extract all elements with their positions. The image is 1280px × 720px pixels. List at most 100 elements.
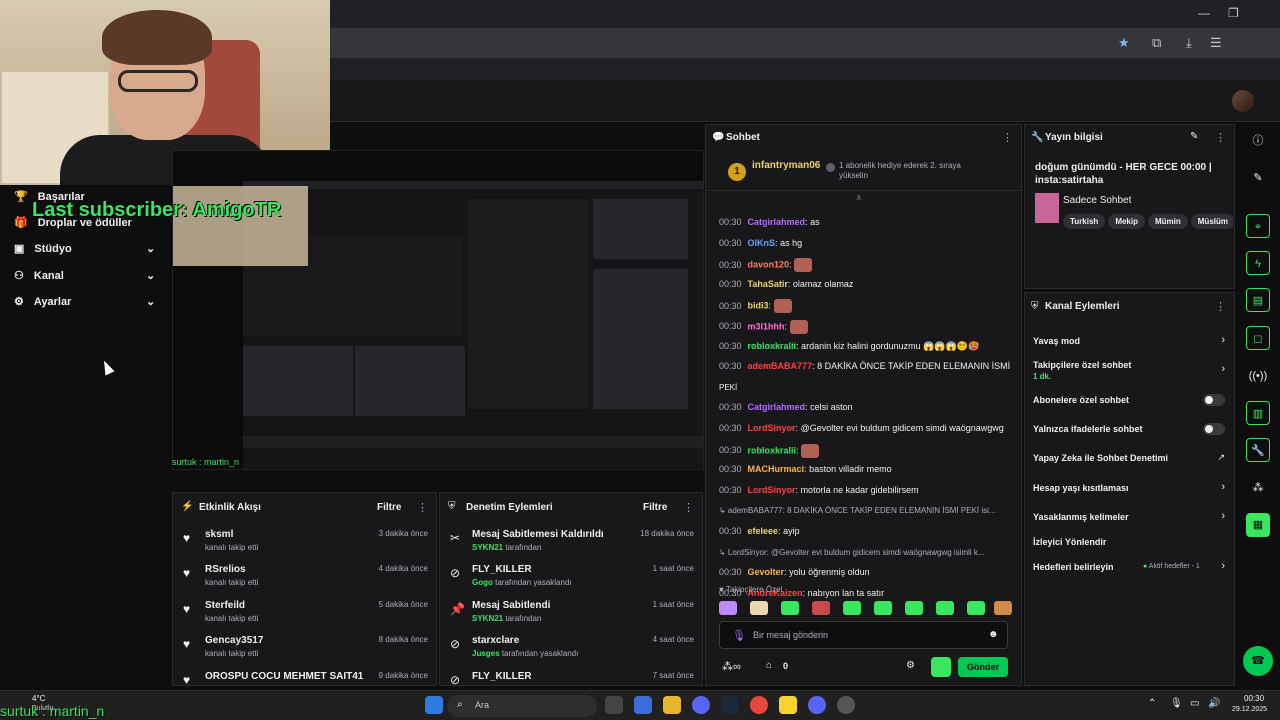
download-icon[interactable]: ⤓ [1186, 35, 1192, 51]
message-username[interactable]: bidi3 [748, 301, 769, 311]
steam-icon[interactable] [721, 696, 739, 714]
more-options-icon[interactable]: ⋮ [1215, 300, 1226, 313]
document-icon[interactable]: ▤ [1246, 288, 1270, 312]
chrome-icon[interactable] [750, 696, 768, 714]
minimize-icon[interactable]: — [1198, 6, 1210, 20]
avatar[interactable] [1232, 90, 1254, 112]
message-username[interactable]: Gevolter [748, 567, 785, 577]
more-options-icon[interactable]: ⋮ [417, 501, 428, 514]
message-username[interactable]: robloxkralii [748, 341, 797, 351]
message-username[interactable]: Catgirlahmed [748, 402, 806, 412]
emote[interactable] [750, 601, 768, 615]
emote[interactable] [719, 601, 737, 615]
volume-icon[interactable]: 🔊 [1208, 698, 1220, 709]
raid-item[interactable]: İzleyici Yönlendir [1025, 534, 1235, 552]
taskbar-search[interactable]: ⌕ Ara [447, 695, 597, 717]
more-options-icon[interactable]: ⋮ [683, 501, 694, 514]
kick-logo-icon[interactable] [931, 657, 951, 677]
notes-icon[interactable] [779, 696, 797, 714]
extensions-icon[interactable]: ⧉ [1152, 35, 1161, 51]
send-button[interactable]: Gönder [958, 657, 1008, 677]
goals-item[interactable]: Hedefleri belirleyin ● Aktif hedefler - … [1025, 559, 1235, 577]
more-options-icon[interactable]: ⋮ [1215, 131, 1226, 144]
microphone-icon[interactable]: 🎙 [1170, 698, 1183, 709]
tag[interactable]: Mekip [1108, 214, 1145, 229]
broadcast-icon[interactable]: ((•)) [1246, 364, 1270, 388]
message-username[interactable]: MACHurmaci [748, 464, 805, 474]
emote[interactable] [794, 258, 813, 273]
bookmark-star-icon[interactable]: ★ [1118, 35, 1130, 51]
message-username[interactable]: robloxkralii [748, 445, 797, 455]
chat-input[interactable]: 🎙 Bir mesaj gönderin ☻ [719, 621, 1008, 649]
emote[interactable] [874, 601, 892, 615]
task-view-icon[interactable] [605, 696, 623, 714]
filter-button[interactable]: Filtre [643, 502, 667, 513]
sidebar-item-channel[interactable]: ⚇ Kanal ⌄ [14, 269, 164, 283]
sidebar-item-settings[interactable]: ⚙ Ayarlar ⌄ [14, 295, 164, 309]
message-username[interactable]: Catgirlahmed [748, 217, 806, 227]
slow-mode-item[interactable]: Yavaş mod › [1025, 333, 1235, 351]
network-icon[interactable]: ▭ [1190, 698, 1199, 709]
archive-icon[interactable]: ▥ [1246, 401, 1270, 425]
microphone-icon[interactable]: 🎙 [732, 629, 746, 642]
gear-icon[interactable]: ⚙ [906, 660, 915, 671]
emote[interactable] [773, 299, 792, 314]
discord-icon[interactable] [808, 696, 826, 714]
restore-icon[interactable]: ❐ [1228, 6, 1239, 20]
followers-only-item[interactable]: Takipçilere özel sohbet 1 dk. › [1025, 357, 1235, 383]
emote[interactable] [789, 320, 808, 334]
message-username[interactable]: davon120 [748, 260, 790, 270]
chat-icon[interactable]: ◻ [1246, 326, 1270, 350]
scroll-down-icon[interactable]: ⩡ [856, 193, 862, 204]
clock-time[interactable]: 00:30 [1244, 694, 1264, 703]
support-icon[interactable]: ☎ [1243, 646, 1273, 676]
emote[interactable] [781, 601, 799, 615]
lightning-icon[interactable]: ϟ [1246, 251, 1270, 275]
info-icon[interactable]: ⓘ [1246, 129, 1270, 153]
emoji-icon[interactable]: ☻ [988, 629, 999, 640]
emote[interactable] [994, 601, 1012, 615]
calculator-icon[interactable] [634, 696, 652, 714]
menu-icon[interactable]: ☰ [1210, 35, 1222, 51]
emote[interactable] [812, 601, 830, 615]
emote[interactable] [936, 601, 954, 615]
message-username[interactable]: ademBABA777 [748, 361, 813, 371]
subscribers-only-toggle[interactable] [1203, 394, 1225, 406]
edit-icon[interactable]: ✎ [1246, 166, 1270, 190]
file-explorer-icon[interactable] [663, 696, 681, 714]
emote-only-toggle[interactable] [1203, 423, 1225, 435]
emote[interactable] [967, 601, 985, 615]
points-icon[interactable]: ⁂∞ [722, 660, 741, 673]
sidebar-item-studio[interactable]: ▣ Stüdyo ⌄ [14, 242, 164, 256]
windows-start-icon[interactable] [425, 696, 443, 714]
message-username[interactable]: TahaSatir [748, 279, 788, 289]
clock-date[interactable]: 29.12.2025 [1232, 706, 1267, 713]
category-name[interactable]: Sadece Sohbet [1063, 195, 1131, 206]
obs-icon[interactable] [837, 696, 855, 714]
tag[interactable]: Müslüm [1190, 214, 1233, 229]
message-username[interactable]: LordSinyor [748, 485, 796, 495]
chevron-up-icon[interactable]: ⌃ [1148, 698, 1156, 709]
emote[interactable] [843, 601, 861, 615]
app-icon[interactable] [692, 696, 710, 714]
store-icon[interactable]: ⌂ [766, 660, 772, 671]
target-icon[interactable]: ⌖ [1246, 214, 1270, 238]
message-username[interactable]: LordSinyor [748, 423, 796, 433]
address-bar[interactable]: ★ ⧉ ⤓ ☰ [330, 28, 1280, 58]
filter-button[interactable]: Filtre [377, 502, 401, 513]
points-icon[interactable]: ⁂ [1246, 476, 1270, 500]
tag[interactable]: Mümin [1147, 214, 1188, 229]
emote[interactable] [905, 601, 923, 615]
ai-moderation-item[interactable]: Yapay Zeka ile Sohbet Denetimi ↗ [1025, 450, 1235, 468]
more-options-icon[interactable]: ⋮ [1002, 131, 1013, 144]
message-username[interactable]: efeleee [748, 526, 779, 536]
wrench-icon[interactable]: 🔧 [1246, 438, 1270, 462]
message-username[interactable]: m3l1hhh [748, 321, 785, 331]
message-username[interactable]: OlKnS [748, 238, 776, 248]
stream-preview[interactable] [172, 150, 704, 470]
emote[interactable] [801, 443, 820, 458]
account-age-item[interactable]: Hesap yaşı kısıtlaması › [1025, 480, 1235, 498]
tag[interactable]: Turkish [1063, 214, 1106, 229]
gift-leaderboard[interactable]: 1 infantryman06 1 abonelik hediye ederek… [706, 151, 1021, 191]
banned-words-item[interactable]: Yasaklanmış kelimeler › [1025, 509, 1235, 527]
